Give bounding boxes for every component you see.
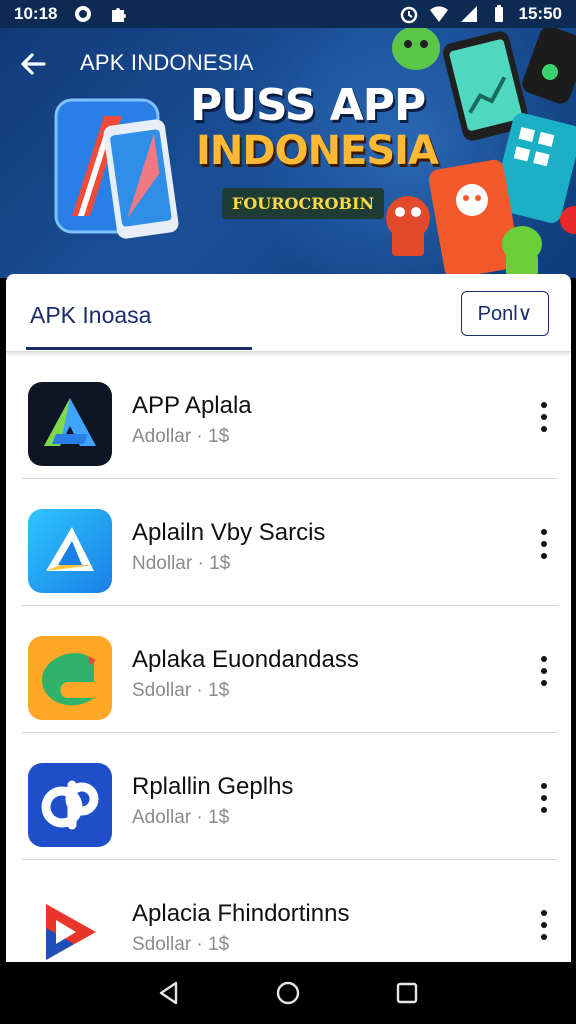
more-options-icon[interactable] — [532, 402, 556, 432]
app-price: Sdollar · 1$ — [132, 934, 230, 955]
tab-indicator — [26, 347, 252, 350]
swirl-logo-icon — [28, 636, 112, 720]
status-bar: 10:18 15:50 — [0, 0, 576, 28]
system-nav-bar — [0, 962, 576, 1024]
app-title: Aplailn Vby Sarcis — [132, 519, 326, 546]
app-price: Ndollar · 1$ — [132, 553, 231, 574]
banner-illustration — [386, 28, 576, 278]
page-title: APK INDONESIA — [80, 50, 254, 75]
app-price: Sdollar · 1$ — [132, 680, 230, 701]
app-list: APP Aplala Adollar · 1$ Aplailn Vby Sarc… — [6, 352, 571, 964]
filter-dropdown-button[interactable]: Ponl∨ — [461, 291, 549, 336]
app-title: Aplaka Euondandass — [132, 646, 359, 673]
triangle-logo-icon — [28, 509, 112, 593]
cp-logo-icon — [28, 763, 112, 847]
back-button[interactable] — [14, 46, 52, 82]
tab-bar: APK Inoasa Ponl∨ — [6, 274, 571, 352]
arrow-left-icon — [21, 53, 46, 75]
app-title: APP Aplala — [132, 392, 252, 419]
puzzle-icon — [112, 8, 127, 22]
alarm-icon — [400, 6, 417, 24]
list-item[interactable]: Aplailn Vby Sarcis Ndollar · 1$ — [6, 479, 558, 606]
nav-back-button[interactable] — [149, 973, 189, 1013]
app-price: Adollar · 1$ — [132, 426, 230, 447]
sync-icon — [75, 6, 92, 22]
more-options-icon[interactable] — [532, 529, 556, 559]
banner-badge: FOUROCROBIN — [222, 188, 385, 219]
wifi-icon — [429, 6, 448, 23]
app-title: Rplallin Geplhs — [132, 773, 294, 800]
more-options-icon[interactable] — [532, 910, 556, 940]
a-logo-icon — [28, 382, 112, 466]
app-list-card: APK Inoasa Ponl∨ APP Aplala Adollar · 1$ — [6, 274, 571, 964]
list-item[interactable]: Aplacia Fhindortinns Sdollar · 1$ — [6, 860, 558, 964]
more-options-icon[interactable] — [532, 783, 556, 813]
header-banner: APK INDONESIA PUSS APP INDONESIA FOUROCR… — [0, 28, 576, 278]
status-time-right: 15:50 — [518, 4, 562, 23]
app-price: Adollar · 1$ — [132, 807, 230, 828]
tab-apk-indonesia[interactable]: APK Inoasa — [30, 302, 151, 329]
signal-icon — [460, 6, 477, 22]
triangle-back-icon — [160, 981, 178, 1005]
list-item[interactable]: APP Aplala Adollar · 1$ — [6, 352, 558, 479]
nav-recents-button[interactable] — [387, 973, 427, 1013]
list-item[interactable]: Aplaka Euondandass Sdollar · 1$ — [6, 606, 558, 733]
app-logo-icon — [54, 98, 179, 239]
status-time-left: 10:18 — [14, 4, 58, 23]
battery-icon — [494, 5, 503, 22]
app-title: Aplacia Fhindortinns — [132, 900, 350, 927]
play-logo-icon — [28, 890, 112, 964]
more-options-icon[interactable] — [532, 656, 556, 686]
square-recents-icon — [396, 982, 417, 1004]
nav-home-button[interactable] — [268, 973, 308, 1013]
list-item[interactable]: Rplallin Geplhs Adollar · 1$ — [6, 733, 558, 860]
circle-home-icon — [276, 981, 300, 1005]
